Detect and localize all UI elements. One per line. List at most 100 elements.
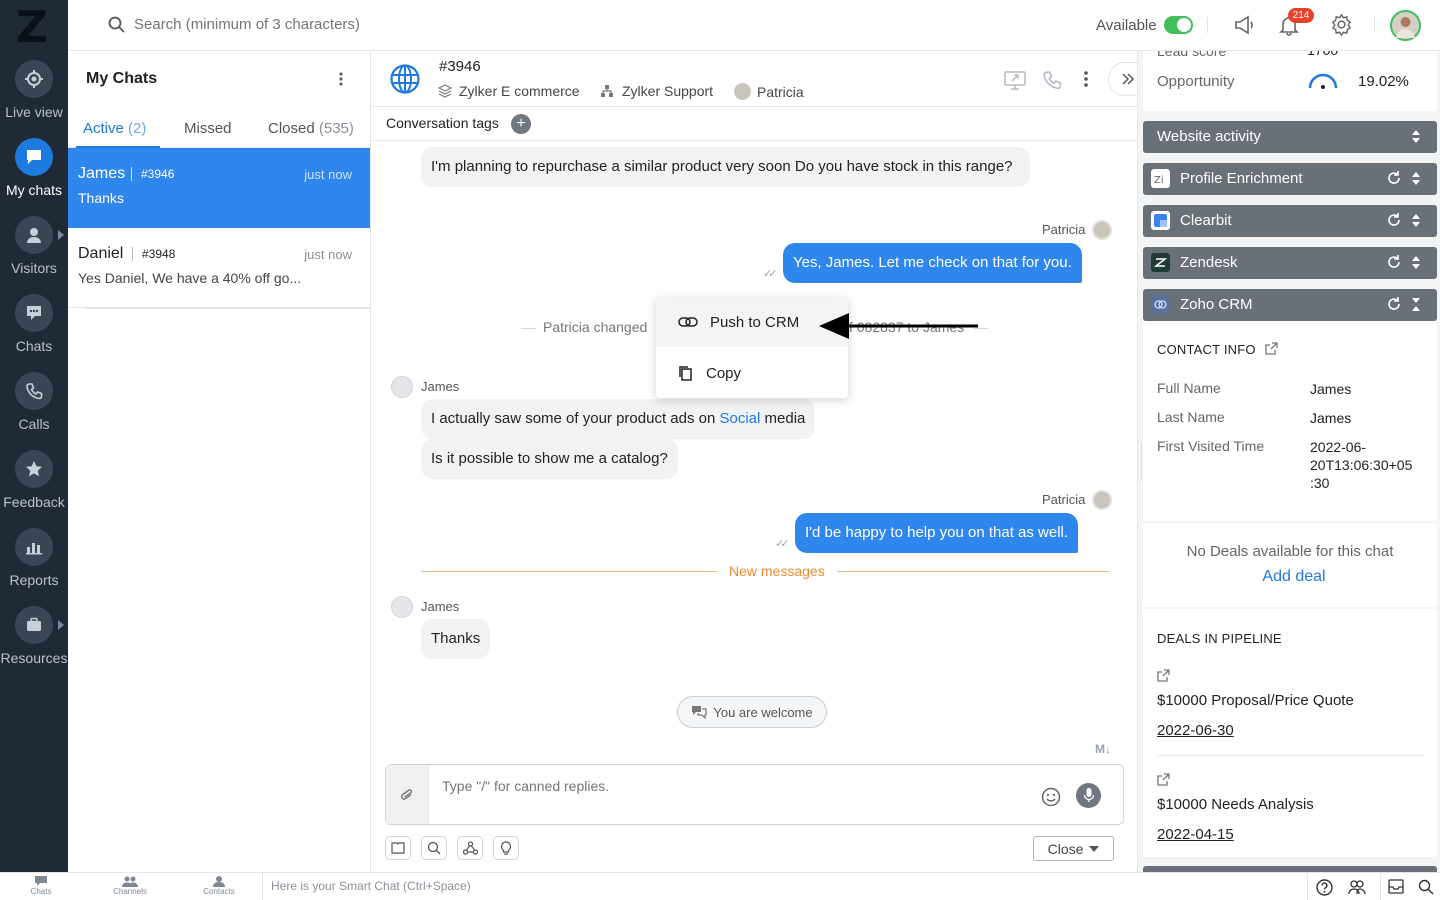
more-options-icon[interactable] bbox=[1083, 70, 1089, 88]
refresh-icon[interactable] bbox=[1387, 297, 1401, 311]
phone-icon[interactable] bbox=[1042, 70, 1062, 90]
left-navigation-rail: Z Live view My chats Visitors Chats Call… bbox=[0, 0, 68, 872]
deal-date[interactable]: 2022-04-15 bbox=[1157, 826, 1234, 843]
incoming-message[interactable]: Is it possible to show me a catalog? bbox=[421, 439, 678, 479]
chat-visitor-name: Daniel bbox=[78, 245, 124, 262]
message-link[interactable]: Social bbox=[719, 410, 760, 427]
suggestions-button[interactable] bbox=[493, 836, 519, 860]
message-input[interactable] bbox=[442, 778, 1022, 794]
inbox-icon[interactable] bbox=[1388, 879, 1404, 894]
no-deals-text: No Deals available for this chat bbox=[1186, 543, 1394, 560]
nav-visitors[interactable]: Visitors bbox=[0, 216, 68, 276]
screen-share-icon[interactable] bbox=[1004, 70, 1026, 90]
incoming-message[interactable]: I'm planning to repurchase a similar pro… bbox=[421, 147, 1030, 187]
field-label: Last Name bbox=[1157, 409, 1225, 425]
sort-arrows-icon[interactable] bbox=[1411, 171, 1421, 186]
chat-list-item[interactable]: James #3946 just now Thanks bbox=[68, 148, 370, 228]
operator-name: Patricia bbox=[757, 83, 804, 100]
widget-zoho-crm[interactable]: Zoho CRM bbox=[1143, 289, 1437, 321]
incoming-message[interactable]: I actually saw some of your product ads … bbox=[421, 399, 816, 439]
gear-icon[interactable] bbox=[1330, 13, 1353, 36]
transfer-button[interactable] bbox=[457, 836, 483, 860]
nav-label: My chats bbox=[5, 182, 62, 198]
footer-tab-label: Contacts bbox=[203, 887, 235, 896]
widget-label: Profile Enrichment bbox=[1180, 170, 1303, 187]
refresh-icon[interactable] bbox=[1387, 213, 1401, 227]
department-meta: Zylker Support bbox=[600, 83, 713, 99]
sort-arrows-icon[interactable] bbox=[1411, 213, 1421, 228]
search-input[interactable] bbox=[134, 16, 534, 33]
canned-responses-button[interactable] bbox=[385, 836, 411, 860]
deal-title: $10000 Needs Analysis bbox=[1157, 796, 1314, 813]
markdown-icon[interactable]: M↓ bbox=[1095, 742, 1111, 756]
message-text: I actually saw some of your product ads … bbox=[431, 410, 720, 427]
close-chat-button[interactable]: Close bbox=[1033, 836, 1114, 861]
footer-tab-chats[interactable]: Chats bbox=[11, 875, 71, 896]
availability-label: Available bbox=[1096, 17, 1157, 34]
chat-time: just now bbox=[304, 167, 352, 182]
panel-resize-handle[interactable] bbox=[1138, 441, 1142, 481]
refresh-icon[interactable] bbox=[1387, 171, 1401, 185]
nav-live-view[interactable]: Live view bbox=[0, 60, 68, 120]
widget-profile-enrichment[interactable]: Zi Profile Enrichment bbox=[1143, 163, 1437, 195]
widget-label: Zendesk bbox=[1180, 254, 1238, 271]
tab-active[interactable]: Active (2) bbox=[83, 120, 146, 137]
conversation-panel: #3946 Zylker E commerce Zylker Support P… bbox=[371, 51, 1148, 872]
chat-list-item[interactable]: Daniel #3948 just now Yes Daniel, We hav… bbox=[68, 228, 370, 308]
refresh-icon[interactable] bbox=[1387, 255, 1401, 269]
deals-pipeline-heading: DEALS IN PIPELINE bbox=[1157, 631, 1282, 646]
emoji-icon[interactable] bbox=[1041, 787, 1061, 807]
copy-menu-item[interactable]: Copy bbox=[656, 348, 848, 398]
smart-chat-bar[interactable]: Here is your Smart Chat (Ctrl+Space) bbox=[262, 873, 1308, 900]
outgoing-message[interactable]: I'd be happy to help you on that as well… bbox=[795, 513, 1079, 553]
suggested-reply-chip[interactable]: You are welcome bbox=[677, 696, 827, 728]
help-icon[interactable] bbox=[1316, 879, 1333, 896]
nav-label: Feedback bbox=[3, 494, 65, 510]
field-label: First Visited Time bbox=[1157, 438, 1265, 454]
widget-clearbit[interactable]: Clearbit bbox=[1143, 205, 1437, 237]
external-link-icon[interactable] bbox=[1157, 773, 1170, 786]
megaphone-icon[interactable] bbox=[1233, 14, 1255, 36]
nav-feedback[interactable]: Feedback bbox=[0, 450, 68, 510]
external-link-icon[interactable] bbox=[1157, 669, 1170, 682]
nav-label: Live view bbox=[5, 104, 63, 120]
message-text: I'd be happy to help you on that as well… bbox=[805, 524, 1069, 541]
external-link-icon[interactable] bbox=[1265, 342, 1278, 355]
outgoing-message[interactable]: Yes, James. Let me check on that for you… bbox=[783, 243, 1082, 283]
user-icon bbox=[213, 876, 225, 887]
team-icon[interactable] bbox=[1348, 879, 1366, 895]
expand-caret-icon[interactable] bbox=[58, 620, 64, 630]
microphone-button[interactable] bbox=[1076, 783, 1101, 808]
nav-calls[interactable]: Calls bbox=[0, 372, 68, 432]
more-options-icon[interactable] bbox=[338, 71, 344, 87]
tab-closed[interactable]: Closed (535) bbox=[268, 120, 354, 137]
add-tag-button[interactable]: + bbox=[511, 114, 531, 134]
footer-tab-contacts[interactable]: Contacts bbox=[189, 875, 249, 896]
divider bbox=[521, 328, 536, 329]
share-icon bbox=[462, 841, 478, 855]
collapse-arrows-icon[interactable] bbox=[1411, 297, 1421, 312]
add-deal-link[interactable]: Add deal bbox=[1143, 568, 1440, 586]
attachment-button[interactable] bbox=[386, 765, 429, 824]
incoming-message[interactable]: Thanks bbox=[421, 619, 491, 659]
footer-tab-label: Chats bbox=[30, 887, 52, 896]
tab-missed[interactable]: Missed bbox=[184, 120, 232, 137]
nav-my-chats[interactable]: My chats bbox=[0, 138, 68, 198]
deal-date[interactable]: 2022-06-30 bbox=[1157, 722, 1234, 739]
sort-arrows-icon[interactable] bbox=[1411, 129, 1421, 144]
widget-zendesk[interactable]: Zendesk bbox=[1143, 247, 1437, 279]
user-avatar[interactable] bbox=[1390, 10, 1421, 41]
widget-website-activity[interactable]: Website activity bbox=[1143, 121, 1437, 153]
search-icon[interactable] bbox=[1418, 879, 1434, 895]
zoho-logo[interactable]: Z bbox=[16, 2, 48, 53]
operator-meta: Patricia bbox=[734, 83, 804, 100]
nav-chats[interactable]: Chats bbox=[0, 294, 68, 354]
nav-reports[interactable]: Reports bbox=[0, 528, 68, 588]
nav-resources[interactable]: Resources bbox=[0, 606, 68, 666]
search-articles-button[interactable] bbox=[421, 836, 447, 860]
expand-caret-icon[interactable] bbox=[58, 230, 64, 240]
sort-arrows-icon[interactable] bbox=[1411, 255, 1421, 270]
message-text: Yes, James. Let me check on that for you… bbox=[793, 254, 1072, 271]
footer-tab-channels[interactable]: Channels bbox=[100, 875, 160, 896]
availability-toggle[interactable] bbox=[1164, 16, 1193, 34]
